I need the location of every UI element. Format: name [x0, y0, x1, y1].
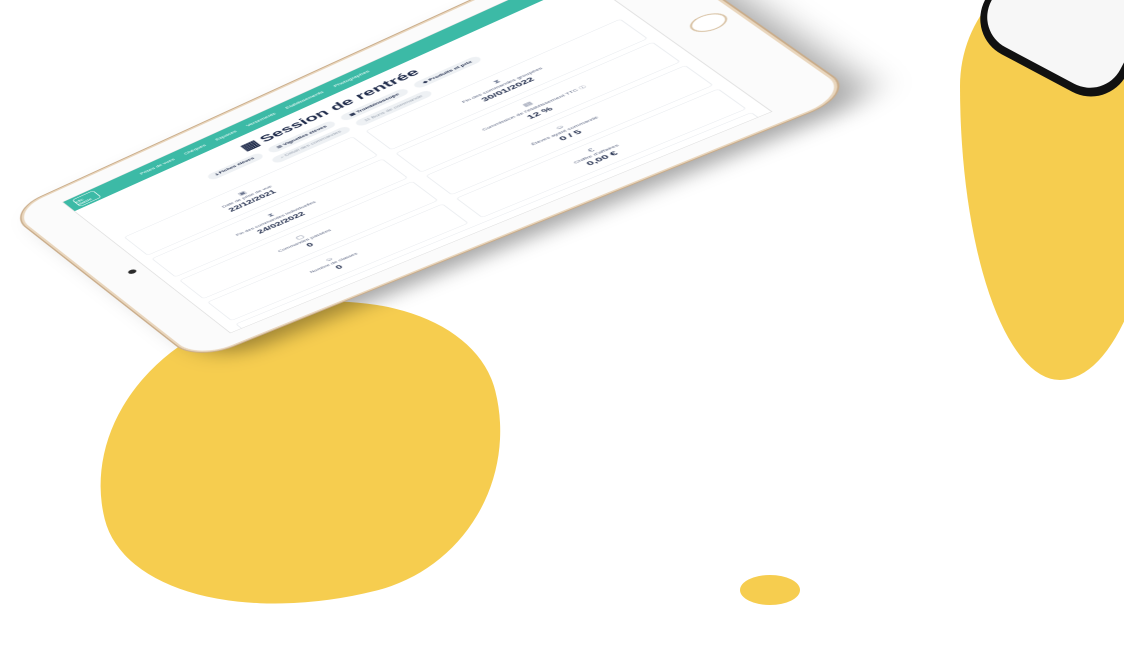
tablet-body: clic daisie Prises de vues Chèques Espac…	[11, 0, 852, 359]
camera-icon	[126, 268, 138, 275]
stat-label: Commandes passées	[277, 228, 333, 254]
stat-value: 0	[333, 263, 345, 271]
home-button	[683, 9, 734, 36]
yellow-blob-bottom	[740, 575, 800, 605]
credit-card-icon: ▭	[637, 194, 649, 201]
yellow-blob-left	[64, 259, 536, 650]
tablet-mockup: clic daisie Prises de vues Chèques Espac…	[11, 0, 852, 359]
app-screen: clic daisie Prises de vues Chèques Espac…	[62, 0, 773, 334]
stat-value: 0	[304, 241, 316, 249]
individual-option-card-label: Carte bancaire	[648, 177, 693, 197]
stat-label: Nombre de classes	[309, 252, 359, 274]
